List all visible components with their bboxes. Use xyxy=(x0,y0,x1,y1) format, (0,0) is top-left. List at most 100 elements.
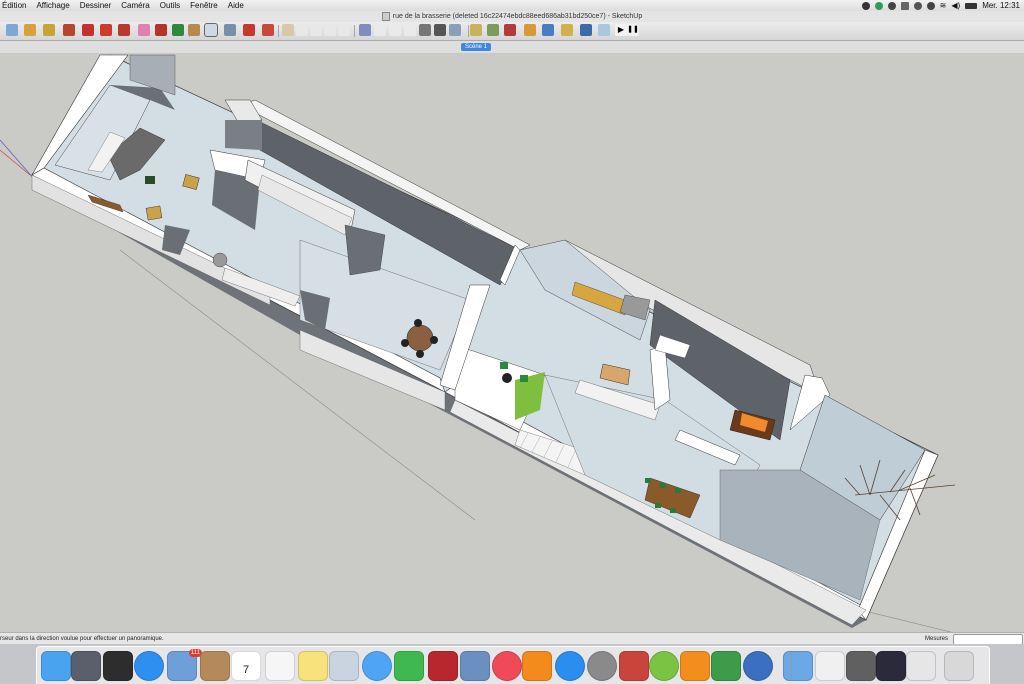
menu-aide[interactable]: Aide xyxy=(223,0,249,11)
finder-icon[interactable] xyxy=(41,651,71,681)
menu-fenetre[interactable]: Fenêtre xyxy=(185,0,223,11)
iphoto-icon[interactable] xyxy=(460,651,490,681)
volume-icon[interactable]: ◀) xyxy=(951,1,960,10)
eraser-icon[interactable] xyxy=(24,24,36,36)
crossover-icon[interactable] xyxy=(711,651,741,681)
layout-icon[interactable] xyxy=(598,24,610,36)
facetime-icon[interactable] xyxy=(394,651,424,681)
warehouse-icon[interactable] xyxy=(470,24,482,36)
contacts-icon[interactable] xyxy=(200,651,230,681)
dining-chair xyxy=(645,478,651,483)
spotify-icon[interactable] xyxy=(649,651,679,681)
extension-icon[interactable] xyxy=(504,24,516,36)
hidden-line-style-icon[interactable] xyxy=(404,24,416,36)
vlc-icon[interactable] xyxy=(680,651,710,681)
sync-icon[interactable] xyxy=(887,1,896,10)
menu-affichage[interactable]: Affichage xyxy=(31,0,74,11)
menu-edition[interactable]: Édition xyxy=(0,0,31,11)
textured-style-icon[interactable] xyxy=(434,24,446,36)
itunes-icon[interactable] xyxy=(492,651,522,681)
mission-control-icon[interactable] xyxy=(103,651,133,681)
push-pull-icon[interactable] xyxy=(138,24,150,36)
evernote-icon[interactable] xyxy=(874,1,883,10)
display-icon[interactable] xyxy=(900,1,909,10)
trash-icon[interactable] xyxy=(944,651,974,681)
time-machine-icon[interactable] xyxy=(913,1,922,10)
top-view-icon[interactable] xyxy=(296,24,308,36)
fireplace-icon xyxy=(212,252,228,268)
garden-chair xyxy=(500,362,508,369)
reminders-icon[interactable] xyxy=(265,651,295,681)
dining-chair xyxy=(660,483,666,488)
calendar-day: 7 xyxy=(242,664,250,676)
round-table xyxy=(406,324,434,352)
paint-bucket-icon[interactable] xyxy=(43,24,55,36)
chimney xyxy=(225,120,262,150)
zoom-extents-icon[interactable] xyxy=(243,24,255,36)
monochrome-style-icon[interactable] xyxy=(449,24,461,36)
photo-booth-icon[interactable] xyxy=(428,651,458,681)
dock: 111 7 xyxy=(36,646,990,684)
zoom-icon[interactable] xyxy=(224,24,236,36)
iso-view-icon[interactable] xyxy=(282,24,294,36)
battery-icon[interactable] xyxy=(965,2,978,9)
dining-chair xyxy=(675,488,681,493)
system-preferences-icon[interactable] xyxy=(587,651,617,681)
google-earth-icon[interactable] xyxy=(743,651,773,681)
document-stack-icon[interactable] xyxy=(815,651,845,681)
wifi-icon[interactable]: ≋ xyxy=(940,1,947,10)
arc-icon[interactable] xyxy=(118,24,130,36)
safari-icon[interactable] xyxy=(134,651,164,681)
chair-icon xyxy=(401,339,409,347)
component-icon[interactable] xyxy=(524,24,536,36)
back-view-icon[interactable] xyxy=(338,24,350,36)
walk-icon[interactable] xyxy=(262,24,274,36)
geo-location-icon[interactable] xyxy=(542,24,554,36)
downloads-stack-icon[interactable] xyxy=(906,651,936,681)
calendar-icon[interactable]: 7 xyxy=(231,651,261,681)
messages-icon[interactable] xyxy=(362,651,392,681)
wireframe-style-icon[interactable] xyxy=(389,24,401,36)
photo-textures-icon[interactable] xyxy=(561,24,573,36)
chair-icon xyxy=(430,336,438,344)
screenshot-stack-icon[interactable] xyxy=(846,651,876,681)
pan-icon[interactable] xyxy=(204,23,218,37)
menu-camera[interactable]: Caméra xyxy=(116,0,154,11)
notes-icon[interactable] xyxy=(298,651,328,681)
sketchup-icon[interactable] xyxy=(619,651,649,681)
blue-axis-line xyxy=(0,139,36,181)
garden-table xyxy=(502,373,512,383)
circle-icon[interactable] xyxy=(100,24,112,36)
desktop-stack-icon[interactable] xyxy=(876,651,906,681)
clock[interactable]: Mer. 12:31 xyxy=(982,1,1020,10)
select-icon[interactable] xyxy=(6,24,18,36)
move-icon[interactable] xyxy=(155,24,167,36)
ibooks-icon[interactable] xyxy=(522,651,552,681)
armchair-2 xyxy=(145,205,163,221)
menu-outils[interactable]: Outils xyxy=(155,0,185,11)
app-store-icon[interactable] xyxy=(555,651,585,681)
model-viewport[interactable] xyxy=(0,53,1024,632)
add-location-icon[interactable] xyxy=(580,24,592,36)
offset-icon[interactable] xyxy=(188,24,200,36)
applications-folder-icon[interactable] xyxy=(783,651,813,681)
xray-style-icon[interactable] xyxy=(359,24,371,36)
launchpad-icon[interactable] xyxy=(71,651,101,681)
rectangle-icon[interactable] xyxy=(82,24,94,36)
menu-dessiner[interactable]: Dessiner xyxy=(75,0,117,11)
dropbox-icon[interactable] xyxy=(861,1,870,10)
play-icon[interactable]: ▶ xyxy=(615,24,627,36)
pause-icon[interactable]: ❚❚ xyxy=(627,24,639,36)
shaded-style-icon[interactable] xyxy=(419,24,431,36)
preview-icon[interactable] xyxy=(329,651,359,681)
rotate-icon[interactable] xyxy=(172,24,184,36)
mail-icon[interactable]: 111 xyxy=(167,649,202,681)
front-view-icon[interactable] xyxy=(310,24,322,36)
scene-tab[interactable]: Scène 1 xyxy=(461,43,491,51)
back-edges-style-icon[interactable] xyxy=(374,24,386,36)
line-icon[interactable] xyxy=(63,24,75,36)
share-model-icon[interactable] xyxy=(487,24,499,36)
document-icon xyxy=(381,11,390,21)
bluetooth-icon[interactable] xyxy=(926,1,935,10)
right-view-icon[interactable] xyxy=(324,24,336,36)
